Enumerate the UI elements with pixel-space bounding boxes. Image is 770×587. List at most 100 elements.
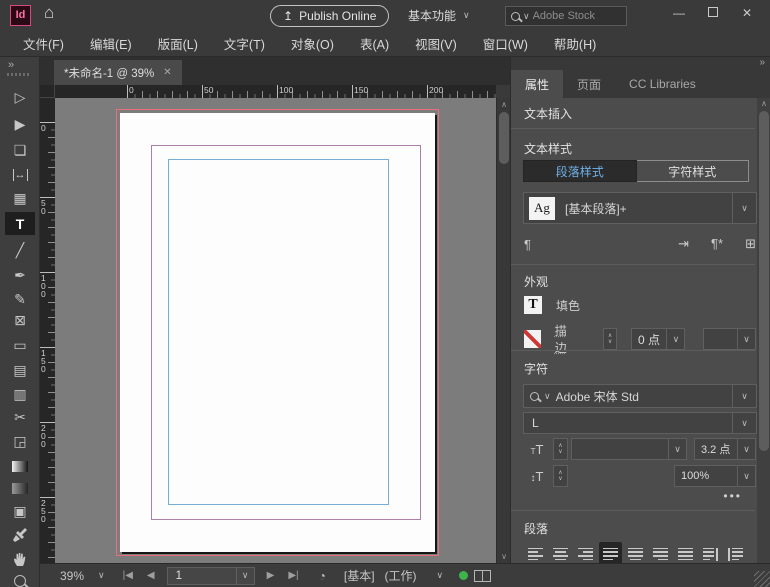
- gradient-swatch-tool[interactable]: [5, 455, 35, 478]
- last-page-button[interactable]: ▶|: [288, 570, 298, 581]
- hand-tool[interactable]: [5, 547, 35, 570]
- close-button[interactable]: ✕: [738, 6, 756, 20]
- scissors-tool[interactable]: ✂: [5, 406, 35, 429]
- page-number-field[interactable]: 1 ∨: [167, 567, 255, 585]
- content-collector-tool[interactable]: ▦: [5, 187, 35, 210]
- scroll-down-icon[interactable]: ∨: [497, 552, 511, 561]
- free-transform-tool[interactable]: ◲: [5, 430, 35, 453]
- rectangle-frame-tool-icon: ⊠: [14, 312, 26, 329]
- menu-edit[interactable]: 编辑(E): [77, 34, 145, 53]
- justify-last-center-icon: [628, 548, 643, 561]
- section-text-insert: 文本插入: [524, 105, 572, 122]
- document-tab-title: *未命名-1 @ 39%: [64, 65, 154, 81]
- stroke-weight-field[interactable]: 0 点 ∨: [631, 328, 685, 350]
- stroke-weight-stepper[interactable]: ∧∨: [603, 328, 617, 350]
- chevron-down-icon[interactable]: ∨: [98, 570, 105, 581]
- tab-properties[interactable]: 属性: [511, 70, 563, 98]
- menu-table[interactable]: 表(A): [347, 34, 402, 53]
- search-input[interactable]: [533, 10, 611, 22]
- scrollbar-thumb[interactable]: [499, 112, 509, 164]
- type-tool[interactable]: T: [5, 212, 35, 235]
- split-layout-icon[interactable]: [474, 570, 491, 582]
- scroll-up-icon[interactable]: ∧: [497, 100, 511, 109]
- fill-color-swatch[interactable]: T: [524, 296, 542, 314]
- preflight-gauge-icon[interactable]: ◔: [319, 569, 326, 583]
- close-tab-icon[interactable]: ✕: [163, 67, 171, 78]
- direct-selection-tool[interactable]: ▶: [5, 113, 35, 136]
- home-icon[interactable]: ⌂: [44, 3, 54, 23]
- stroke-color-swatch[interactable]: [524, 330, 541, 348]
- pencil-tool[interactable]: ✎: [5, 288, 35, 311]
- note-tool[interactable]: ▣: [5, 500, 35, 523]
- preflight-status: (工作): [385, 567, 417, 584]
- preflight-profile[interactable]: [基本]: [344, 567, 375, 584]
- vertical-ruler[interactable]: 0 50 100 150 200 250: [40, 98, 55, 563]
- minimize-button[interactable]: —: [670, 6, 688, 20]
- rectangle-frame-tool[interactable]: ⊠: [5, 309, 35, 332]
- divider: [511, 264, 755, 265]
- new-style-icon[interactable]: ⊞: [745, 236, 756, 252]
- workspace-switcher[interactable]: 基本功能 ∨: [408, 7, 470, 24]
- paragraph-mark-icon[interactable]: ¶: [524, 237, 531, 252]
- fill-label: 填色: [556, 297, 580, 314]
- font-size-stepper[interactable]: ∧∨: [553, 438, 568, 460]
- scrollbar-thumb[interactable]: [759, 111, 769, 451]
- publish-online-button[interactable]: ↥ Publish Online: [270, 5, 389, 27]
- type-tool-icon: T: [16, 216, 25, 232]
- adobe-stock-search[interactable]: ∨: [505, 6, 627, 26]
- tab-cc-libraries[interactable]: CC Libraries: [615, 70, 710, 98]
- pen-tool[interactable]: ✒: [5, 264, 35, 287]
- character-styles-tab[interactable]: 字符样式: [637, 160, 750, 182]
- horizontal-grid-tool[interactable]: ▤: [5, 359, 35, 382]
- expand-panel-icon[interactable]: »: [8, 59, 14, 71]
- page-tool[interactable]: ❏: [5, 139, 35, 162]
- line-tool[interactable]: ╱: [5, 239, 35, 262]
- vertical-scale-stepper[interactable]: ∧∨: [553, 465, 568, 487]
- ruler-origin-box[interactable]: [40, 85, 55, 98]
- rectangle-tool[interactable]: ▭: [5, 334, 35, 357]
- zoom-level-value[interactable]: 39%: [60, 569, 84, 583]
- maximize-button[interactable]: [704, 6, 722, 20]
- selection-tool[interactable]: ▷: [5, 86, 35, 109]
- vertical-scale-field[interactable]: 100% ∨: [674, 465, 756, 487]
- tab-pages[interactable]: 页面: [563, 70, 615, 98]
- font-family-dropdown[interactable]: ∨ Adobe 宋体 Std ∨: [523, 384, 757, 408]
- ruler-tick-label: 200: [429, 85, 443, 95]
- eyedropper-tool[interactable]: [5, 523, 35, 546]
- window-resize-grip[interactable]: [754, 571, 770, 587]
- next-page-button[interactable]: ▶: [267, 570, 275, 581]
- font-size-field[interactable]: ∨: [571, 438, 687, 460]
- menu-view[interactable]: 视图(V): [402, 34, 470, 53]
- canvas-vertical-scrollbar[interactable]: ∧ ∨: [496, 98, 510, 563]
- stroke-type-dropdown[interactable]: ∨: [703, 328, 756, 350]
- gap-tool[interactable]: ↔: [5, 163, 35, 186]
- gradient-feather-tool[interactable]: [5, 477, 35, 500]
- horizontal-ruler[interactable]: 0 50 100 150 200: [55, 85, 496, 98]
- leading-field[interactable]: 3.2 点 ∨: [694, 438, 756, 460]
- zoom-tool[interactable]: [5, 569, 35, 587]
- paragraph-style-dropdown[interactable]: Ag [基本段落]+ ∨: [523, 192, 757, 224]
- menu-object[interactable]: 对象(O): [278, 34, 347, 53]
- justify-all-icon: [678, 548, 693, 561]
- redefine-style-icon[interactable]: ¶*: [711, 236, 723, 252]
- menu-type[interactable]: 文字(T): [211, 34, 278, 53]
- font-style-dropdown[interactable]: L ∨: [523, 412, 757, 434]
- chevron-down-icon[interactable]: ∨: [437, 570, 444, 581]
- first-page-button[interactable]: |◀: [123, 570, 133, 581]
- previous-page-button[interactable]: ◀: [147, 570, 155, 581]
- more-options-icon[interactable]: •••: [723, 489, 742, 503]
- paragraph-styles-tab[interactable]: 段落样式: [523, 160, 637, 182]
- panel-grip[interactable]: [7, 73, 29, 76]
- document-canvas[interactable]: [55, 98, 496, 563]
- text-frame[interactable]: [168, 159, 389, 505]
- menu-file[interactable]: 文件(F): [10, 34, 77, 53]
- menu-layout[interactable]: 版面(L): [145, 34, 211, 53]
- collapse-panel-icon[interactable]: »: [759, 57, 765, 68]
- copy-style-icon[interactable]: ⇥: [678, 236, 689, 252]
- panel-vertical-scrollbar[interactable]: ∧ ∨: [757, 98, 770, 578]
- vertical-grid-tool[interactable]: ▥: [5, 383, 35, 406]
- document-tab[interactable]: *未命名-1 @ 39% ✕: [54, 60, 182, 85]
- menu-window[interactable]: 窗口(W): [470, 34, 541, 53]
- menu-help[interactable]: 帮助(H): [541, 34, 609, 53]
- scroll-up-icon[interactable]: ∧: [757, 99, 770, 108]
